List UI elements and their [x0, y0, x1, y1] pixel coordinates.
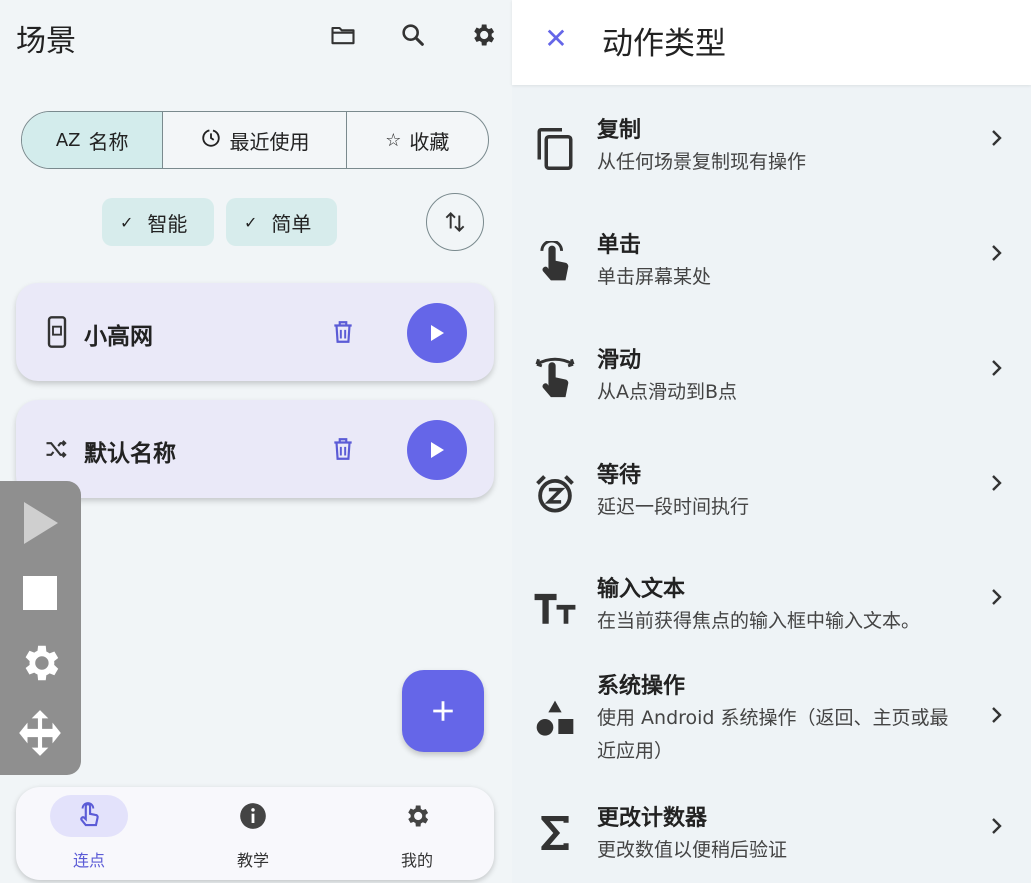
tap-icon [532, 241, 578, 287]
sheet-title: 动作类型 [602, 26, 726, 62]
action-item-counter[interactable]: 更改计数器 更改数值以便稍后验证 [512, 800, 1031, 883]
scene-name: 默认名称 [84, 441, 176, 467]
delete-icon[interactable] [330, 318, 356, 346]
action-title: 更改计数器 [597, 806, 708, 831]
tab-name[interactable]: AZ 名称 [22, 112, 164, 168]
close-icon[interactable]: ✕ [540, 22, 572, 55]
touch-icon [50, 795, 128, 837]
alarm-icon [532, 471, 578, 517]
stop-icon[interactable] [14, 567, 66, 619]
action-subtitle: 延迟一段时间执行 [597, 496, 750, 518]
tab-label: 名称 [88, 129, 129, 154]
chevron-right-icon [986, 124, 1008, 152]
gear-icon [378, 795, 456, 837]
move-icon[interactable] [14, 707, 66, 759]
nav-item-mine[interactable]: 我的 [360, 787, 480, 880]
shapes-icon [532, 696, 578, 742]
chip-simple[interactable]: ✓ 简单 [226, 198, 337, 246]
action-subtitle: 在当前获得焦点的输入框中输入文本。 [597, 610, 921, 632]
tab-label: 最近使用 [229, 129, 310, 154]
copy-icon [532, 126, 578, 172]
action-subtitle: 从任何场景复制现有操作 [597, 151, 807, 173]
star-icon: ☆ [385, 129, 402, 151]
action-subtitle: 从A点滑动到B点 [597, 381, 738, 403]
nav-item-clicks[interactable]: 连点 [32, 787, 152, 880]
sigma-icon [532, 810, 578, 856]
settings-icon[interactable] [466, 18, 500, 52]
action-subtitle: 使用 Android 系统操作（返回、主页或最近应用） [597, 707, 949, 762]
clock-icon [200, 127, 222, 154]
action-title: 输入文本 [597, 577, 686, 602]
action-item-system[interactable]: 系统操作 使用 Android 系统操作（返回、主页或最近应用） [512, 668, 1031, 768]
play-icon[interactable] [14, 497, 66, 549]
text-fields-icon [532, 585, 578, 631]
chevron-right-icon [986, 812, 1008, 840]
folder-icon[interactable] [326, 18, 360, 52]
play-button[interactable] [407, 420, 467, 480]
chevron-right-icon [986, 469, 1008, 497]
action-subtitle: 更改数值以便稍后验证 [597, 839, 788, 861]
tab-favorites[interactable]: ☆ 收藏 [347, 112, 488, 168]
az-icon: AZ [55, 129, 81, 151]
scene-card[interactable]: 默认名称 [16, 400, 494, 498]
action-type-sheet: ✕ 动作类型 复制 从任何场景复制现有操作 单击 单击屏幕某处 滑动 从A点滑动… [512, 0, 1031, 883]
chevron-right-icon [986, 583, 1008, 611]
action-item-wait[interactable]: 等待 延迟一段时间执行 [512, 457, 1031, 557]
tab-recent[interactable]: 最近使用 [163, 112, 347, 168]
plus-icon [433, 701, 453, 721]
nav-label: 连点 [72, 851, 105, 870]
bottom-navigation: 连点 教学 我的 [16, 787, 494, 880]
play-icon [431, 442, 444, 458]
chip-label: 简单 [271, 211, 312, 236]
action-title: 滑动 [597, 348, 642, 373]
action-item-click[interactable]: 单击 单击屏幕某处 [512, 227, 1031, 327]
action-title: 单击 [597, 233, 642, 258]
action-item-swipe[interactable]: 滑动 从A点滑动到B点 [512, 342, 1031, 442]
check-icon: ✓ [244, 212, 258, 232]
add-scene-button[interactable] [402, 670, 484, 752]
nav-label: 我的 [400, 851, 433, 870]
chip-label: 智能 [147, 211, 188, 236]
action-title: 复制 [597, 118, 642, 143]
chip-smart[interactable]: ✓ 智能 [102, 198, 214, 246]
action-item-input-text[interactable]: 输入文本 在当前获得焦点的输入框中输入文本。 [512, 571, 1031, 671]
scene-name: 小高网 [84, 324, 153, 350]
nav-label: 教学 [236, 851, 269, 870]
delete-icon[interactable] [330, 435, 356, 463]
gear-icon[interactable] [14, 637, 66, 689]
info-icon [214, 795, 292, 837]
sort-tabs: AZ 名称 最近使用 ☆ 收藏 [21, 111, 489, 169]
scenes-screen: 场景 AZ 名称 最近使用 ☆ 收藏 ✓ 智能 ✓ 简单 小高网 默认名称 连点… [0, 0, 512, 883]
search-icon[interactable] [396, 18, 430, 52]
action-subtitle: 单击屏幕某处 [597, 266, 712, 288]
sheet-header: ✕ 动作类型 [512, 0, 1031, 85]
play-button[interactable] [407, 303, 467, 363]
shuffle-icon [42, 434, 72, 464]
swap-vertical-icon [445, 211, 465, 233]
check-icon: ✓ [120, 212, 134, 232]
tab-label: 收藏 [409, 129, 450, 154]
chevron-right-icon [986, 239, 1008, 267]
phone-icon [42, 316, 72, 348]
scene-card[interactable]: 小高网 [16, 283, 494, 381]
chevron-right-icon [986, 354, 1008, 382]
sort-order-button[interactable] [426, 193, 484, 251]
page-title: 场景 [16, 24, 76, 59]
action-title: 等待 [597, 463, 642, 488]
nav-item-tutorial[interactable]: 教学 [196, 787, 316, 880]
action-item-copy[interactable]: 复制 从任何场景复制现有操作 [512, 112, 1031, 212]
floating-control-panel [0, 481, 81, 775]
action-title: 系统操作 [597, 674, 686, 699]
chevron-right-icon [986, 701, 1008, 729]
swipe-icon [532, 356, 578, 402]
play-icon [431, 325, 444, 341]
